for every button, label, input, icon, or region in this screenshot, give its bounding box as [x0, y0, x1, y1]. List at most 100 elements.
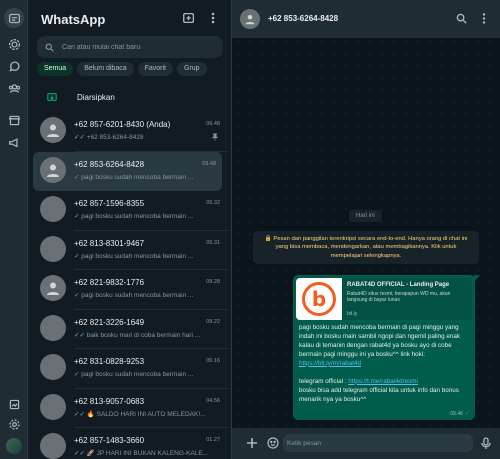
double-check-icon: ✓✓ — [74, 331, 85, 339]
bubble-tail — [474, 275, 480, 282]
chat-item[interactable]: +62 857-6201-8430 (Anda) 09.48 ✓✓ +62 85… — [28, 112, 228, 152]
avatar — [40, 314, 66, 341]
chat-name: +62 813-8301-9467 — [74, 238, 145, 248]
search-box[interactable] — [37, 36, 223, 58]
menu-dots-icon[interactable] — [480, 12, 488, 25]
chat-item[interactable]: +62 831-0828-9253 09.16 ✓ pagi bosku sud… — [28, 349, 228, 389]
chat-time: 09.32 — [206, 200, 220, 206]
encryption-notice[interactable]: 🔒 Pesan dan panggilan terenkripsi secara… — [253, 231, 479, 265]
archive-icon — [47, 93, 57, 101]
single-check-icon: ✓ — [464, 411, 469, 417]
communities-icon[interactable] — [6, 80, 22, 96]
chat-name: +62 853-6264-8428 — [74, 159, 145, 169]
link-hoki[interactable]: https://bit.ly/m/rabat4d — [299, 360, 361, 367]
chat-name: +62 821-3226-1649 — [74, 317, 145, 327]
chat-time: 09.48 — [206, 121, 220, 127]
chat-name: +62 831-0828-9253 — [74, 357, 145, 366]
double-check-icon: ✓✓ — [74, 410, 85, 418]
avatar — [40, 354, 66, 380]
chat-name: +62 821-9832-1776 — [74, 278, 145, 287]
chat-item[interactable]: +62 857-1483-3660 01.27 ✓✓ 🚀 JP HARI INI… — [28, 428, 228, 459]
chat-time: 09.22 — [206, 318, 220, 325]
filter-chips: Semua Belum dibaca Favorit Grup — [37, 62, 207, 76]
avatar-default-icon — [40, 275, 66, 301]
avatar — [40, 393, 66, 420]
chat-time: 09.16 — [206, 358, 220, 364]
contact-name[interactable]: +62 853-6264-8428 — [268, 14, 338, 23]
chat-preview: ✓✓ +62 853-6264-8428 — [74, 134, 144, 141]
avatar-default-icon[interactable] — [240, 9, 260, 29]
archived-label: Diarsipkan — [77, 92, 115, 102]
single-check-icon: ✓ — [74, 213, 80, 220]
chat-time: 09.28 — [206, 279, 220, 285]
double-check-icon: ✓✓ — [74, 450, 85, 457]
single-check-icon: ✓ — [74, 252, 80, 260]
chat-preview: ✓ pagi bosku sudah mencoba bermain ... — [74, 371, 194, 378]
chat-item[interactable]: +62 821-9832-1776 09.28 ✓ pagi bosku sud… — [28, 270, 228, 310]
link-preview[interactable]: b RABAT4D OFFICIAL - Landing Page Rabat4… — [296, 278, 472, 320]
link-thumbnail: b — [296, 278, 342, 320]
message-input[interactable] — [283, 434, 473, 452]
day-separator: Hari ini — [349, 210, 382, 222]
menu-dots-icon[interactable] — [208, 11, 218, 25]
navigation-rail — [0, 0, 28, 459]
single-check-icon: ✓ — [74, 371, 80, 378]
avatar-default-icon — [40, 156, 66, 183]
settings-icon[interactable] — [6, 416, 22, 432]
chat-preview: ✓✓ 🚀 JP HARI INI BUKAN KALENG-KALE... — [74, 450, 209, 457]
pin-icon — [211, 133, 219, 141]
link-title: RABAT4D OFFICIAL - Landing Page — [347, 282, 450, 288]
chat-item-selected[interactable]: +62 853-6264-8428 09.48 ✓ pagi bosku sud… — [33, 151, 222, 191]
app-title: WhatsApp — [41, 12, 106, 27]
double-check-icon: ✓✓ — [74, 134, 85, 141]
chats-icon[interactable] — [4, 8, 24, 28]
filter-all[interactable]: Semua — [37, 62, 74, 76]
channels-icon[interactable] — [6, 58, 22, 74]
single-check-icon: ✓ — [74, 173, 80, 181]
filter-unread[interactable]: Belum dibaca — [77, 62, 134, 76]
avatar — [40, 235, 66, 262]
new-chat-icon[interactable] — [182, 11, 196, 25]
chat-item[interactable]: +62 813-9057-0683 04.56 ✓✓ 🔥 SALDO HARI … — [28, 389, 228, 428]
link-domain: bit.ly — [347, 311, 358, 317]
link-telegram[interactable]: https://t.me/rabat4dresmi — [348, 378, 418, 385]
media-icon[interactable] — [6, 396, 22, 412]
link-description: Rabat4D situs resmi, berapapun WD mu, ak… — [347, 291, 451, 304]
archived-row[interactable]: Diarsipkan — [28, 86, 232, 108]
conversation-panel: +62 853-6264-8428 Hari ini 🔒 Pesan dan p… — [232, 0, 500, 459]
chat-time: 01.27 — [206, 437, 220, 443]
search-input[interactable] — [62, 43, 212, 51]
chat-item[interactable]: +62 821-3226-1649 09.22 ✓✓ baik bosku ma… — [28, 310, 228, 349]
attach-plus-icon[interactable] — [246, 437, 258, 449]
status-icon[interactable] — [6, 36, 22, 52]
chat-item[interactable]: +62 857-1596-8355 09.32 ✓ pagi bosku sud… — [28, 191, 228, 231]
avatar — [40, 433, 66, 459]
chat-name: +62 813-9057-0683 — [74, 396, 145, 406]
microphone-icon[interactable] — [481, 437, 491, 450]
chat-name: +62 857-1483-3660 — [74, 436, 145, 445]
filter-favorites[interactable]: Favorit — [137, 62, 174, 76]
single-check-icon: ✓ — [74, 292, 80, 299]
chat-item[interactable]: +62 813-8301-9467 09.31 ✓ pagi bosku sud… — [28, 231, 228, 270]
chat-preview: ✓ pagi bosku sudah mencoba bermain ... — [74, 252, 194, 260]
chat-preview: ✓ pagi bosku sudah mencoba bermain ... — [74, 173, 194, 181]
chat-name: +62 857-1596-8355 — [74, 199, 145, 208]
chat-preview: ✓✓ 🔥 SALDO HARI INI AUTO MELEDAK!... — [74, 410, 206, 418]
message-meta: 09.48 ✓ — [450, 411, 469, 417]
chat-list-panel: WhatsApp Semua Belum dibaca Favorit Grup… — [28, 0, 232, 459]
conversation-header[interactable]: +62 853-6264-8428 — [232, 0, 500, 38]
chat-preview: ✓ pagi bosku sudah mencoba bermain ... — [74, 292, 194, 299]
filter-groups[interactable]: Grup — [177, 62, 207, 76]
outgoing-message[interactable]: b RABAT4D OFFICIAL - Landing Page Rabat4… — [293, 275, 480, 420]
profile-avatar[interactable] — [6, 438, 22, 454]
announcements-icon[interactable] — [6, 134, 22, 150]
business-tools-icon[interactable] — [6, 112, 22, 128]
avatar — [40, 196, 66, 222]
search-icon[interactable] — [456, 13, 467, 24]
sticker-icon[interactable] — [267, 437, 279, 449]
chat-time: 09.31 — [206, 239, 220, 246]
chat-preview: ✓ pagi bosku sudah mencoba bermain ... — [74, 213, 194, 220]
search-icon — [45, 43, 54, 52]
avatar-default-icon — [40, 117, 66, 143]
chat-preview: ✓✓ baik bosku mari di coba bermain hari … — [74, 331, 201, 339]
